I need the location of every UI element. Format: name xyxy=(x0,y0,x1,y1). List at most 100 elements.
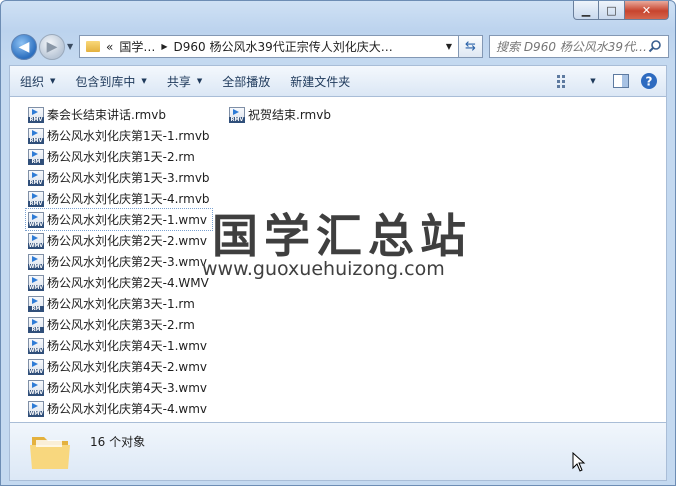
chevron-down-icon: ▼ xyxy=(50,77,56,85)
video-file-icon: RM xyxy=(28,148,44,165)
video-file-icon: RMV xyxy=(28,127,44,144)
search-box[interactable] xyxy=(489,35,669,58)
play-icon xyxy=(32,213,38,220)
minimize-button[interactable]: ▁ xyxy=(573,1,599,20)
file-type-badge: WMV xyxy=(28,368,44,375)
video-file-icon: RM xyxy=(28,295,44,312)
file-item[interactable]: WMV 杨公风水刘化庆第2天-4.WMV xyxy=(26,272,212,293)
play-icon xyxy=(233,108,239,115)
video-file-icon: RMV xyxy=(28,169,44,186)
search-input[interactable] xyxy=(496,39,646,54)
share-label: 共享 xyxy=(166,74,191,89)
file-type-badge: WMV xyxy=(28,221,44,228)
refresh-button[interactable]: ⇆ xyxy=(459,35,483,58)
video-file-icon: RMV xyxy=(229,106,245,123)
file-type-badge: WMV xyxy=(28,410,44,417)
play-icon xyxy=(32,192,38,199)
share-menu[interactable]: 共享 ▼ xyxy=(157,73,212,90)
file-item[interactable]: RMV 秦会长结束讲话.rmvb xyxy=(26,104,212,125)
play-icon xyxy=(32,150,38,157)
file-item[interactable]: WMV 杨公风水刘化庆第2天-2.wmv xyxy=(26,230,212,251)
file-type-badge: WMV xyxy=(28,347,44,354)
file-item[interactable]: WMV 杨公风水刘化庆第4天-1.wmv xyxy=(26,335,212,356)
help-button[interactable]: ? xyxy=(638,70,660,92)
file-name: 秦会长结束讲话.rmvb xyxy=(47,108,166,122)
file-type-badge: RMV xyxy=(229,116,245,123)
details-pane: 16 个对象 xyxy=(9,423,667,481)
back-arrow-icon: ◀ xyxy=(18,39,30,55)
video-file-icon: RMV xyxy=(28,190,44,207)
video-file-icon: WMV xyxy=(28,337,44,354)
play-icon xyxy=(32,318,38,325)
refresh-icon: ⇆ xyxy=(465,39,476,54)
organize-menu[interactable]: 组织 ▼ xyxy=(10,73,65,90)
address-dropdown-icon[interactable]: ▼ xyxy=(446,42,452,51)
file-item[interactable]: RMV 祝贺结束.rmvb xyxy=(227,104,333,125)
address-bar[interactable]: « 国学… ▶ D960 杨公风水39代正宗传人刘化庆大… ▼ xyxy=(79,35,459,58)
view-options-icon xyxy=(557,75,565,88)
play-icon xyxy=(32,402,38,409)
file-name: 杨公风水刘化庆第2天-2.wmv xyxy=(47,234,208,248)
file-type-badge: WMV xyxy=(28,284,44,291)
maximize-button[interactable]: □ xyxy=(599,1,625,20)
file-item[interactable]: WMV 杨公风水刘化庆第2天-3.wmv xyxy=(26,251,212,272)
video-file-icon: WMV xyxy=(28,253,44,270)
address-segment-current[interactable]: D960 杨公风水39代正宗传人刘化庆大… xyxy=(174,38,393,55)
file-type-badge: RMV xyxy=(28,200,44,207)
video-file-icon: RMV xyxy=(28,106,44,123)
file-name: 杨公风水刘化庆第2天-4.WMV xyxy=(47,276,209,290)
play-icon xyxy=(32,297,38,304)
video-file-icon: WMV xyxy=(28,232,44,249)
file-item[interactable]: RM 杨公风水刘化庆第3天-1.rm xyxy=(26,293,212,314)
file-column-2: RMV 祝贺结束.rmvb xyxy=(227,104,333,125)
play-icon xyxy=(32,360,38,367)
file-item[interactable]: WMV 杨公风水刘化庆第2天-1.wmv xyxy=(25,208,213,231)
back-button[interactable]: ◀ xyxy=(11,34,37,60)
include-in-library-menu[interactable]: 包含到库中 ▼ xyxy=(65,73,156,90)
file-type-badge: RM xyxy=(28,305,44,312)
file-name: 杨公风水刘化庆第1天-4.rmvb xyxy=(47,192,210,206)
video-file-icon: WMV xyxy=(28,211,44,228)
file-type-badge: RM xyxy=(28,158,44,165)
search-icon[interactable] xyxy=(648,39,662,53)
breadcrumb-chevron-icon[interactable]: ▶ xyxy=(161,42,167,51)
file-item[interactable]: WMV 杨公风水刘化庆第4天-4.wmv xyxy=(26,398,212,419)
forward-arrow-icon: ▶ xyxy=(46,39,58,55)
more-views-dropdown[interactable]: ▼ xyxy=(582,70,604,92)
video-file-icon: WMV xyxy=(28,358,44,375)
chevron-down-icon: ▼ xyxy=(590,77,596,85)
file-name: 杨公风水刘化庆第4天-4.wmv xyxy=(47,402,208,416)
svg-text:?: ? xyxy=(646,75,653,89)
folder-icon xyxy=(30,437,70,469)
file-name: 杨公风水刘化庆第1天-2.rm xyxy=(47,150,195,164)
address-overflow[interactable]: « xyxy=(106,40,113,54)
recent-pages-dropdown[interactable]: ▼ xyxy=(67,42,73,51)
video-file-icon: WMV xyxy=(28,274,44,291)
play-all-button[interactable]: 全部播放 xyxy=(212,73,280,90)
file-type-badge: WMV xyxy=(28,242,44,249)
caption-buttons: ▁ □ ✕ xyxy=(573,1,669,20)
preview-pane-button[interactable] xyxy=(610,70,632,92)
file-name: 杨公风水刘化庆第2天-3.wmv xyxy=(47,255,208,269)
change-view-button[interactable] xyxy=(554,70,576,92)
chevron-down-icon: ▼ xyxy=(196,77,203,85)
forward-button[interactable]: ▶ xyxy=(39,34,65,60)
video-file-icon: RM xyxy=(28,316,44,333)
file-item[interactable]: RMV 杨公风水刘化庆第1天-1.rmvb xyxy=(26,125,212,146)
file-item[interactable]: RMV 杨公风水刘化庆第1天-4.rmvb xyxy=(26,188,212,209)
play-icon xyxy=(32,276,38,283)
chevron-down-icon: ▼ xyxy=(141,77,147,85)
file-type-badge: RMV xyxy=(28,179,44,186)
organize-label: 组织 xyxy=(20,74,45,89)
play-icon xyxy=(32,234,38,241)
new-folder-button[interactable]: 新建文件夹 xyxy=(280,73,360,90)
address-segment-guoxue[interactable]: 国学… xyxy=(119,38,155,55)
file-item[interactable]: RM 杨公风水刘化庆第1天-2.rm xyxy=(26,146,212,167)
file-item[interactable]: WMV 杨公风水刘化庆第4天-3.wmv xyxy=(26,377,212,398)
file-name: 杨公风水刘化庆第3天-2.rm xyxy=(47,318,195,332)
file-type-badge: WMV xyxy=(28,263,44,270)
close-button[interactable]: ✕ xyxy=(625,1,669,20)
file-item[interactable]: RMV 杨公风水刘化庆第1天-3.rmvb xyxy=(26,167,212,188)
file-item[interactable]: WMV 杨公风水刘化庆第4天-2.wmv xyxy=(26,356,212,377)
file-item[interactable]: RM 杨公风水刘化庆第3天-2.rm xyxy=(26,314,212,335)
